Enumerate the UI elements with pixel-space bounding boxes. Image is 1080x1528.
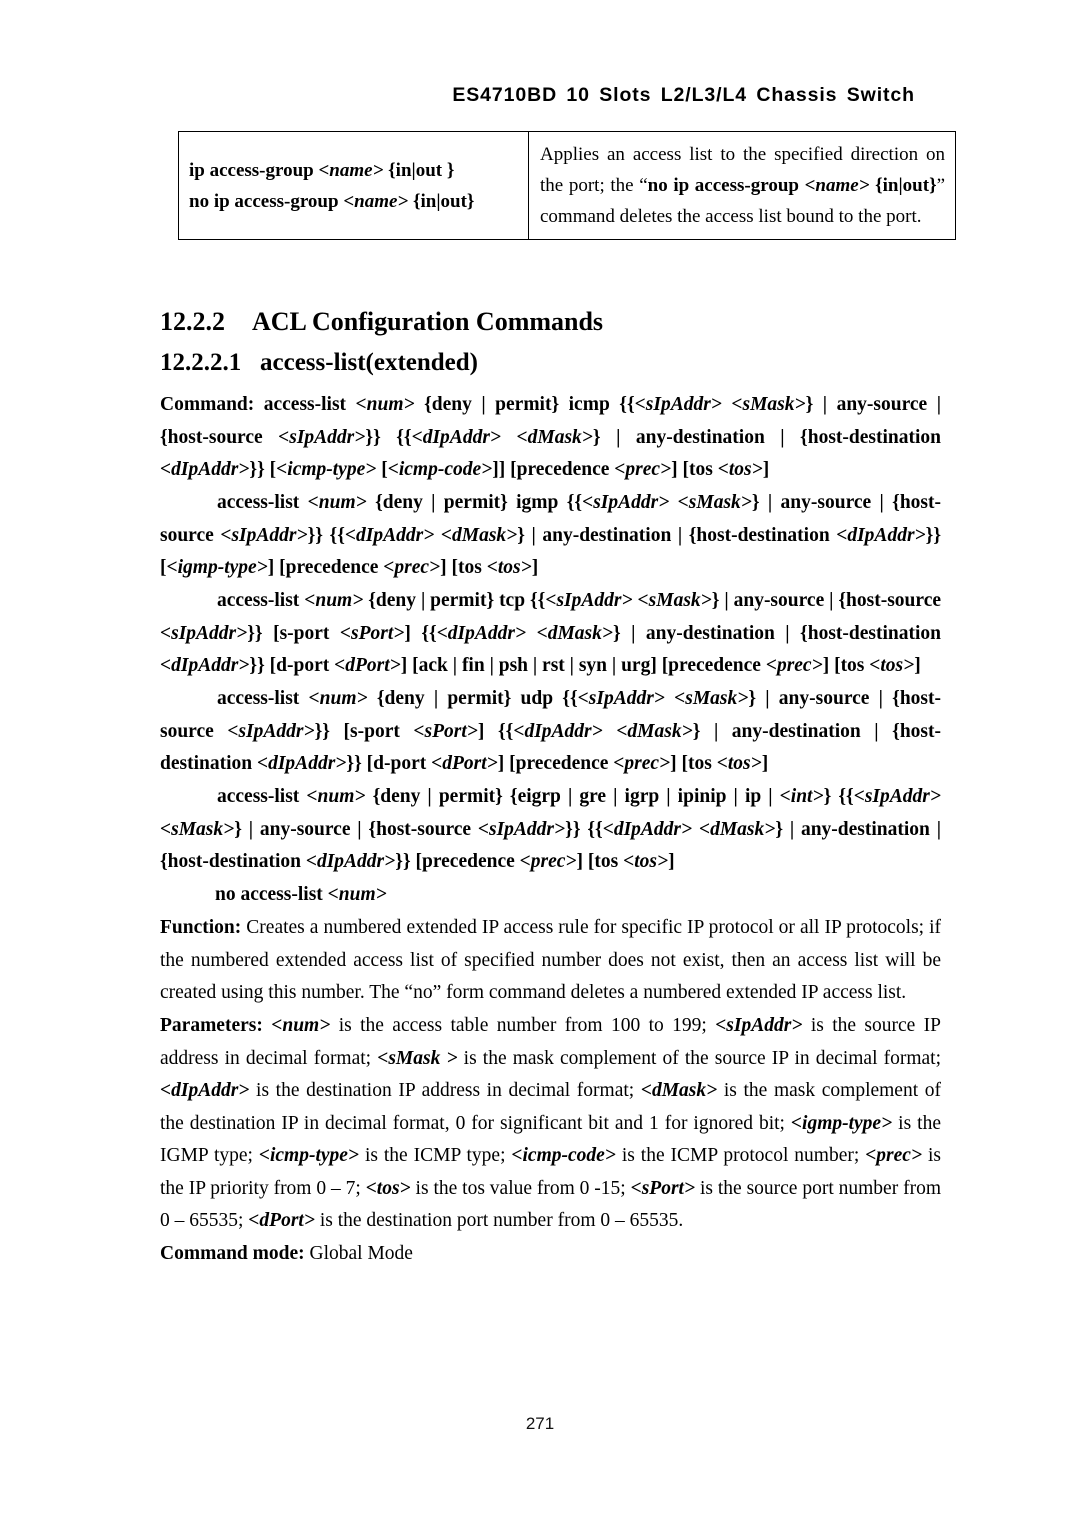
syntax-block-tcp: access-list <num> {deny | permit} tcp {{… [160, 590, 942, 677]
section-heading-12-2-2-1: 12.2.2.1 access-list(extended) [160, 348, 478, 378]
syntax-block-icmp: Command: access-list <num> {deny | permi… [160, 394, 942, 481]
function-paragraph: Function: Creates a numbered extended IP… [160, 912, 941, 1010]
running-header: ES4710BD 10 Slots L2/L3/L4 Chassis Switc… [452, 84, 915, 106]
section-number: 12.2.2 [160, 307, 225, 336]
command-mode-value: Global Mode [309, 1243, 413, 1264]
syntax-block-other-protocols: access-list <num> {deny | permit} {eigrp… [160, 786, 942, 873]
command-mode-paragraph: Command mode: Global Mode [160, 1238, 941, 1271]
command-syntax-line: ip access-group <name> {in|out } [189, 159, 455, 181]
syntax-block-no-form: no access-list <num> [215, 884, 387, 905]
parameters-label: Parameters: [160, 1015, 263, 1036]
section-heading-12-2-2: 12.2.2 ACL Configuration Commands [160, 307, 603, 337]
command-mode-label: Command mode: [160, 1243, 305, 1264]
function-text: Creates a numbered extended IP access ru… [160, 917, 942, 1003]
command-label: Command: [160, 394, 255, 415]
table-cell-description: Applies an access list to the specified … [528, 131, 956, 240]
function-label: Function: [160, 917, 242, 938]
section-title: ACL Configuration Commands [252, 307, 604, 336]
command-reference-table: ip access-group <name> {in|out } no ip a… [178, 131, 956, 240]
parameters-paragraph: Parameters: <num> is the access table nu… [160, 1015, 942, 1231]
subsection-title: access-list(extended) [260, 349, 478, 376]
table-cell-command: ip access-group <name> {in|out } no ip a… [178, 131, 529, 240]
command-syntax-line: no ip access-group <name> {in|out} [189, 190, 475, 212]
page-number: 271 [525, 1414, 555, 1433]
syntax-block-igmp: access-list <num> {deny | permit} igmp {… [160, 492, 942, 579]
subsection-number: 12.2.2.1 [160, 349, 242, 376]
document-page: ES4710BD 10 Slots L2/L3/L4 Chassis Switc… [0, 0, 1080, 1528]
table-row: ip access-group <name> {in|out } no ip a… [178, 131, 956, 240]
syntax-block-udp: access-list <num> {deny | permit} udp {{… [160, 688, 942, 775]
